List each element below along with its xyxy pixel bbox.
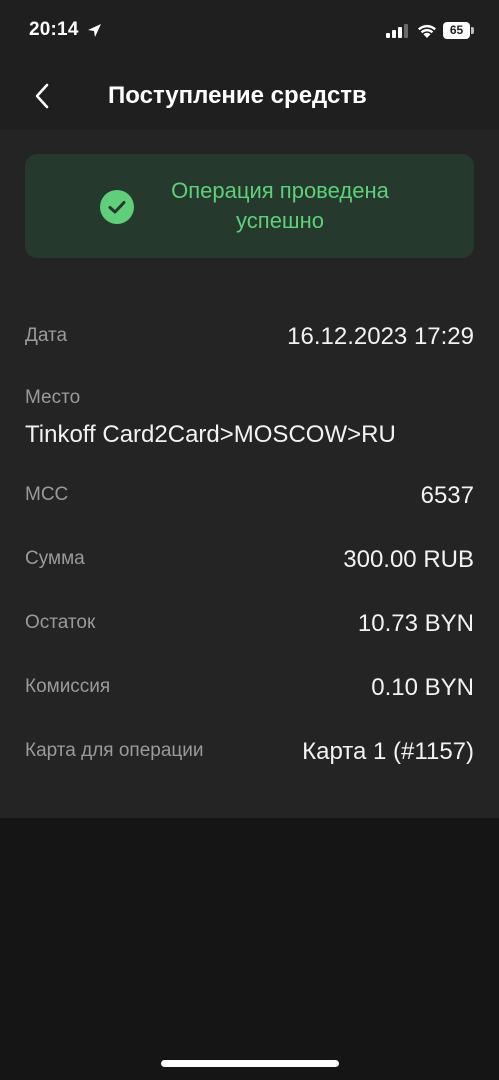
header: Поступление средств (0, 62, 499, 130)
balance-label: Остаток (25, 612, 96, 633)
amount-value: 300.00 RUB (343, 546, 474, 573)
back-button[interactable] (22, 76, 62, 116)
page-title: Поступление средств (108, 82, 367, 109)
location-arrow-icon (88, 24, 101, 37)
home-indicator[interactable] (161, 1060, 339, 1067)
success-message-line1: Операция проведена (171, 178, 389, 203)
date-value: 16.12.2023 17:29 (287, 323, 474, 350)
amount-label: Сумма (25, 548, 85, 569)
mcc-value: 6537 (420, 482, 474, 509)
screen: 20:14 65 Поступление средств Операция пр… (0, 0, 499, 1080)
place-value: Tinkoff Card2Card>MOSCOW>RU (25, 421, 396, 448)
check-circle-icon (100, 190, 134, 224)
status-time: 20:14 (29, 19, 79, 40)
card-label: Карта для операции (25, 740, 204, 761)
success-message-line2: успешно (236, 208, 324, 233)
mcc-label: MCC (25, 484, 69, 505)
battery-icon: 65 (443, 22, 474, 39)
operation-details-panel: Операция проведена успешно Дата 16.12.20… (0, 130, 499, 818)
cellular-signal-icon (386, 24, 408, 38)
success-message: Операция проведена успешно (135, 176, 425, 236)
battery-level: 65 (443, 22, 470, 39)
card-value: Карта 1 (#1157) (302, 738, 474, 765)
fee-label: Комиссия (25, 676, 111, 697)
fee-value: 0.10 BYN (371, 674, 474, 701)
place-label: Место (25, 387, 81, 408)
chevron-left-icon (35, 83, 49, 109)
top-bar: 20:14 65 Поступление средств (0, 0, 499, 130)
success-banner: Операция проведена успешно (25, 154, 474, 258)
battery-tip (471, 27, 474, 34)
wifi-icon (418, 24, 436, 38)
balance-value: 10.73 BYN (357, 610, 474, 637)
status-bar: 20:14 65 (0, 0, 499, 62)
date-label: Дата (25, 325, 68, 346)
